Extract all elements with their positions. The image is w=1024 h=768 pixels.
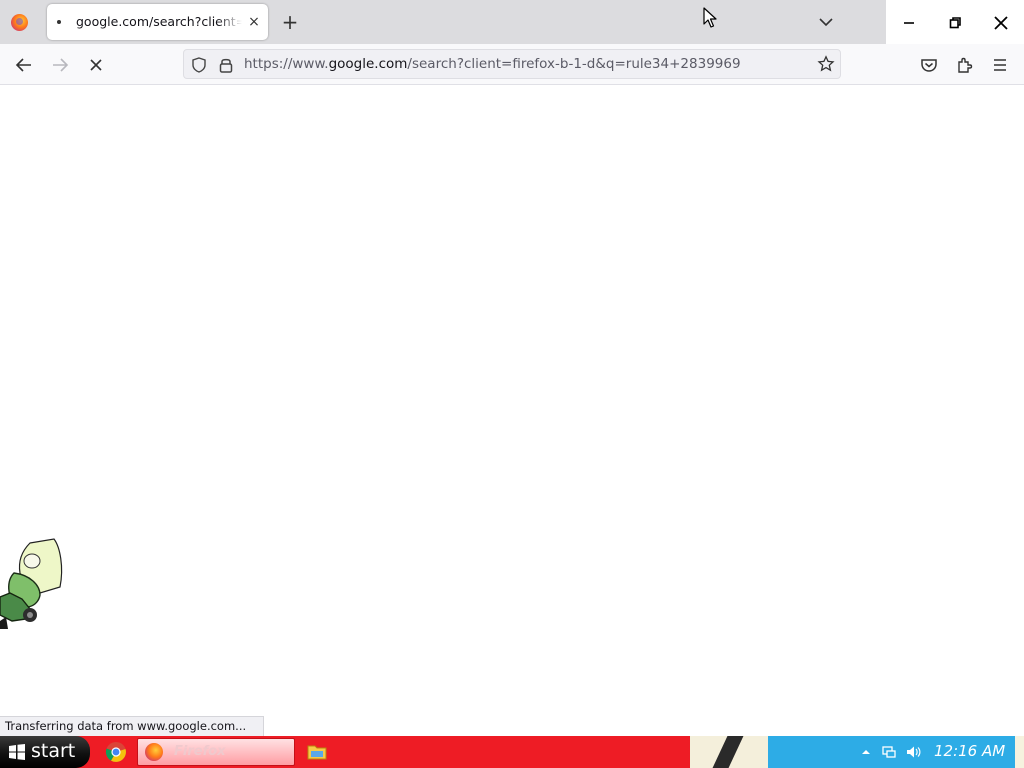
firefox-icon[interactable] xyxy=(11,14,28,31)
url-domain: google.com xyxy=(328,56,408,72)
start-label: start xyxy=(31,740,76,762)
navigation-toolbar: https://www.google.com/search?client=fir… xyxy=(0,44,1024,85)
folder-icon[interactable] xyxy=(305,740,329,764)
url-prefix: https://www. xyxy=(244,56,329,72)
lock-icon[interactable] xyxy=(218,56,234,74)
desktop-character-image xyxy=(0,538,63,629)
taskbar-clock[interactable]: 12:16 AM xyxy=(934,742,1005,760)
new-tab-button[interactable]: + xyxy=(279,11,301,33)
url-path: /search?client=firefox-b-1-d&q=rule34+28… xyxy=(407,56,741,72)
url-text[interactable]: https://www.google.com/search?client=fir… xyxy=(244,56,741,72)
extensions-icon[interactable] xyxy=(954,54,976,76)
network-icon[interactable] xyxy=(881,744,897,760)
show-hidden-icons-icon[interactable] xyxy=(858,744,874,760)
star-icon[interactable] xyxy=(817,55,835,73)
mouse-cursor-icon xyxy=(703,7,717,28)
pocket-icon[interactable] xyxy=(918,54,940,76)
minimize-icon[interactable] xyxy=(898,12,920,34)
back-icon[interactable] xyxy=(13,54,35,76)
firefox-taskbar-button[interactable]: Firefox xyxy=(137,738,295,766)
menu-icon[interactable] xyxy=(989,54,1011,76)
firefox-icon xyxy=(145,743,163,761)
volume-icon[interactable] xyxy=(905,744,921,760)
tab-title: google.com/search?client=firefox-b-1-d&q… xyxy=(76,14,242,29)
windows-logo-icon xyxy=(9,744,25,760)
chevron-down-icon[interactable] xyxy=(816,12,836,32)
page-content xyxy=(0,85,1024,736)
tab-active[interactable]: google.com/search?client=firefox-b-1-d&q… xyxy=(47,4,268,40)
stop-icon[interactable] xyxy=(85,54,107,76)
chrome-icon[interactable] xyxy=(104,740,128,764)
url-bar[interactable]: https://www.google.com/search?client=fir… xyxy=(183,49,841,79)
shield-icon[interactable] xyxy=(190,56,208,74)
status-bar: Transferring data from www.google.com... xyxy=(0,716,264,736)
start-button[interactable]: start xyxy=(0,736,90,768)
tab-strip: google.com/search?client=firefox-b-1-d&q… xyxy=(0,0,1024,44)
forward-icon[interactable] xyxy=(49,54,71,76)
close-icon[interactable] xyxy=(990,12,1012,34)
tab-close-icon[interactable]: × xyxy=(245,13,263,31)
restore-icon[interactable] xyxy=(944,12,966,34)
firefox-task-label: Firefox xyxy=(174,744,226,759)
tab-favicon-icon xyxy=(57,20,61,24)
